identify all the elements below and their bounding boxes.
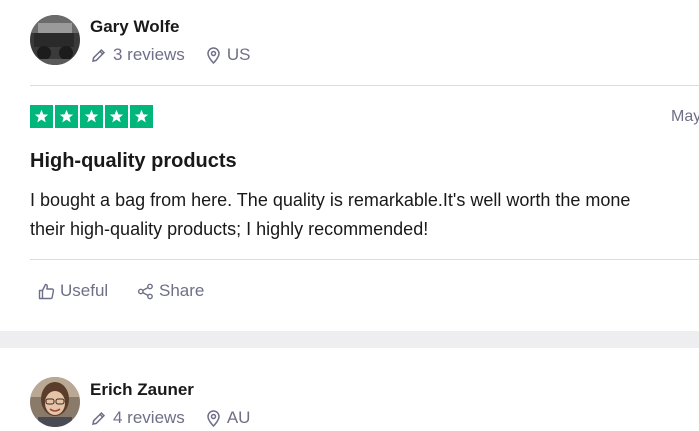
- reviewer-name[interactable]: Gary Wolfe: [90, 17, 179, 37]
- reviews-count: 4 reviews: [113, 408, 185, 427]
- review-body-line: I bought a bag from here. The quality is…: [30, 190, 631, 210]
- useful-button[interactable]: Useful: [38, 281, 108, 301]
- pencil-icon: [90, 47, 107, 64]
- star-icon: [30, 105, 53, 128]
- avatar[interactable]: [30, 377, 80, 427]
- review-date: May: [671, 108, 699, 125]
- location-pin-icon: [206, 46, 221, 64]
- reviewer-name[interactable]: Erich Zauner: [90, 380, 194, 400]
- location-pin-icon: [206, 409, 221, 427]
- share-button[interactable]: Share: [137, 281, 204, 301]
- share-icon: [137, 283, 154, 300]
- review-card: Gary Wolfe 3 reviews US May High-quality…: [0, 0, 699, 331]
- share-label: Share: [159, 281, 205, 300]
- star-icon: [80, 105, 103, 128]
- divider: [30, 85, 699, 86]
- star-icon: [130, 105, 153, 128]
- review-body-line: their high-quality products; I highly re…: [30, 219, 429, 239]
- avatar[interactable]: [30, 15, 80, 65]
- pencil-icon: [90, 410, 107, 427]
- star-icon: [55, 105, 78, 128]
- reviewer-country: US: [226, 45, 251, 64]
- thumbs-up-icon: [38, 283, 55, 300]
- useful-label: Useful: [60, 281, 109, 300]
- review-card: Erich Zauner 4 reviews AU: [0, 348, 699, 431]
- star-rating: [30, 105, 153, 128]
- review-title[interactable]: High-quality products: [30, 150, 237, 173]
- reviews-count: 3 reviews: [113, 45, 185, 64]
- reviewer-meta: 3 reviews US: [90, 45, 250, 65]
- card-separator: [0, 331, 699, 348]
- review-body: I bought a bag from here. The quality is…: [30, 186, 630, 244]
- divider: [30, 259, 699, 260]
- reviewer-meta: 4 reviews AU: [90, 408, 250, 428]
- star-icon: [105, 105, 128, 128]
- reviewer-country: AU: [226, 408, 251, 427]
